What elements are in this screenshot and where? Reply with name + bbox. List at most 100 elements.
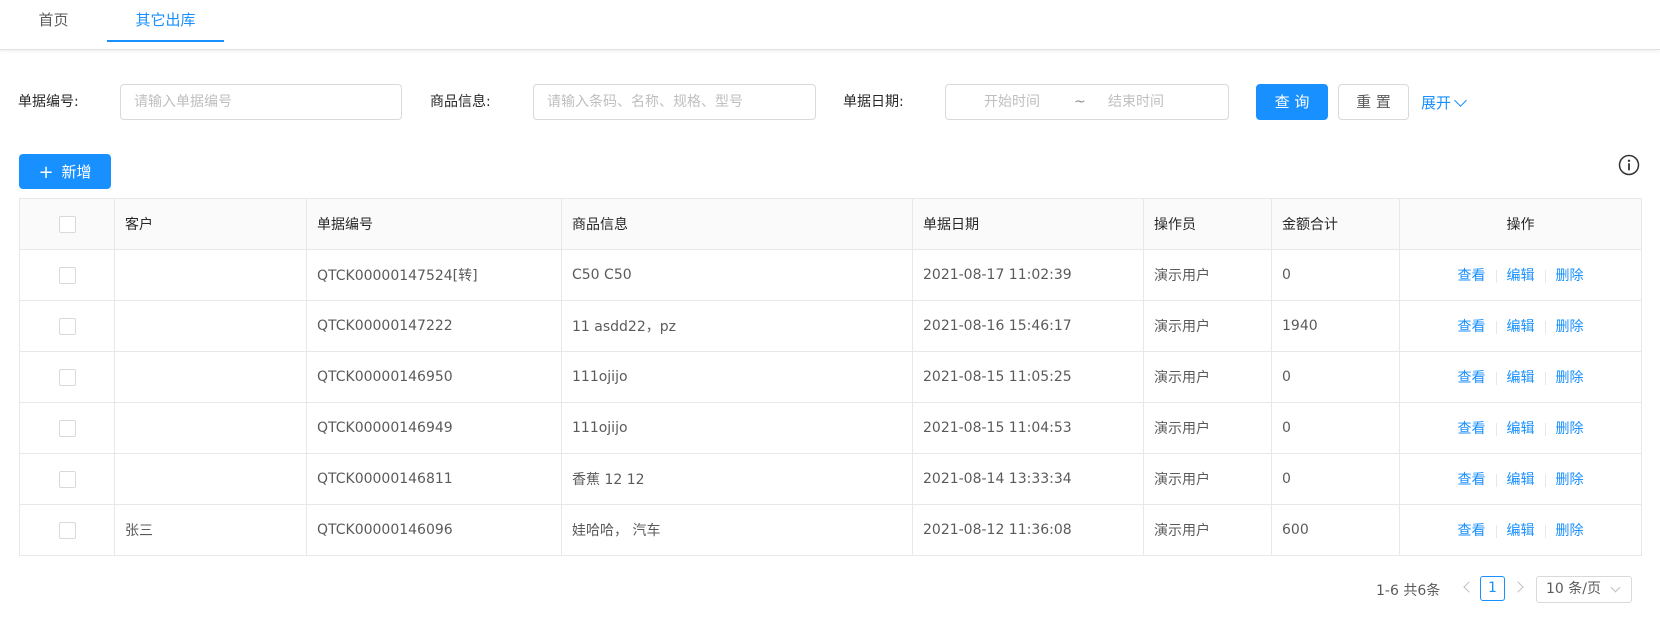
table-row: QTCK00000147524[转] C50 C50 2021-08-17 11:0…	[19, 249, 1642, 301]
query-button[interactable]: 查 询	[1256, 84, 1328, 120]
cell-date: 2021-08-15 11:05:25	[912, 351, 1144, 403]
action-divider	[1544, 269, 1546, 283]
bill-date-label: 单据日期:	[843, 94, 904, 110]
date-range-picker[interactable]: 开始时间 ~ 结束时间	[945, 84, 1229, 120]
cell-bill-no: QTCK00000147524[转]	[306, 249, 562, 301]
cell-amount: 600	[1271, 504, 1400, 556]
table-row: 张三 QTCK00000146096 娃哈哈， 汽车 2021-08-12 11:36…	[19, 504, 1642, 556]
row-select-cell	[19, 300, 115, 352]
cell-amount: 0	[1271, 351, 1400, 403]
page-size-select[interactable]: 10 条/页	[1536, 576, 1632, 603]
row-checkbox[interactable]	[58, 470, 76, 488]
row-select-cell	[19, 504, 115, 556]
row-checkbox[interactable]	[58, 317, 76, 335]
row-select-cell	[19, 351, 115, 403]
table-row: QTCK00000146950 111ojijo 2021-08-15 11:05:…	[19, 351, 1642, 403]
cell-actions: 查看 编辑 删除	[1399, 504, 1642, 556]
delete-link[interactable]: 删除	[1556, 421, 1584, 437]
edit-link[interactable]: 编辑	[1507, 523, 1535, 539]
action-divider	[1495, 371, 1497, 385]
view-link[interactable]: 查看	[1458, 523, 1486, 539]
action-divider	[1495, 524, 1497, 538]
cell-bill-no: QTCK00000146811	[306, 453, 562, 505]
edit-link[interactable]: 编辑	[1507, 370, 1535, 386]
cell-operator: 演示用户	[1143, 453, 1272, 505]
cell-actions: 查看 编辑 删除	[1399, 453, 1642, 505]
select-all-cell	[19, 198, 115, 250]
action-divider	[1544, 524, 1546, 538]
chevron-down-icon	[1610, 582, 1621, 593]
column-header-customer: 客户	[114, 198, 307, 250]
prev-page-icon[interactable]	[1463, 581, 1475, 593]
cell-operator: 演示用户	[1143, 249, 1272, 301]
row-checkbox[interactable]	[58, 368, 76, 386]
cell-customer	[114, 300, 307, 352]
column-header-date: 单据日期	[912, 198, 1144, 250]
goods-info-label: 商品信息:	[430, 94, 491, 110]
delete-link[interactable]: 删除	[1556, 472, 1584, 488]
column-header-amount: 金额合计	[1271, 198, 1400, 250]
row-select-cell	[19, 453, 115, 505]
cell-customer	[114, 453, 307, 505]
add-button[interactable]: + 新增	[19, 154, 111, 189]
date-end-input[interactable]: 结束时间	[1108, 85, 1164, 119]
edit-link[interactable]: 编辑	[1507, 319, 1535, 335]
row-checkbox[interactable]	[58, 266, 76, 284]
cell-customer	[114, 351, 307, 403]
cell-date: 2021-08-12 11:36:08	[912, 504, 1144, 556]
cell-actions: 查看 编辑 删除	[1399, 402, 1642, 454]
tab-home[interactable]: 首页	[0, 0, 107, 42]
column-header-bill-no: 单据编号	[306, 198, 562, 250]
date-start-input[interactable]: 开始时间	[984, 85, 1040, 119]
bill-no-input[interactable]: 请输入单据编号	[120, 84, 402, 120]
cell-actions: 查看 编辑 删除	[1399, 351, 1642, 403]
delete-link[interactable]: 删除	[1556, 523, 1584, 539]
view-link[interactable]: 查看	[1458, 268, 1486, 284]
cell-amount: 1940	[1271, 300, 1400, 352]
row-checkbox[interactable]	[58, 521, 76, 539]
action-divider	[1495, 320, 1497, 334]
info-circle-icon[interactable]	[1618, 154, 1640, 176]
page-size-value: 10 条/页	[1546, 581, 1601, 597]
row-select-cell	[19, 249, 115, 301]
view-link[interactable]: 查看	[1458, 472, 1486, 488]
reset-button[interactable]: 重 置	[1338, 84, 1409, 120]
delete-link[interactable]: 删除	[1556, 370, 1584, 386]
cell-goods: 111ojijo	[561, 402, 913, 454]
plus-icon: +	[38, 162, 54, 183]
table-header-row: 客户 单据编号 商品信息 单据日期 操作员 金额合计 操作	[19, 198, 1642, 250]
tab-bar: 首页 其它出库	[0, 0, 1660, 50]
view-link[interactable]: 查看	[1458, 319, 1486, 335]
cell-bill-no: QTCK00000146950	[306, 351, 562, 403]
cell-customer	[114, 402, 307, 454]
cell-goods: 11 asdd22，pz	[561, 300, 913, 352]
column-header-operator: 操作员	[1143, 198, 1272, 250]
cell-bill-no: QTCK00000146949	[306, 402, 562, 454]
page-1-button[interactable]: 1	[1480, 576, 1505, 601]
column-header-actions: 操作	[1399, 198, 1642, 250]
view-link[interactable]: 查看	[1458, 421, 1486, 437]
expand-toggle[interactable]: 展开	[1421, 92, 1467, 113]
action-divider	[1495, 422, 1497, 436]
expand-label: 展开	[1421, 94, 1452, 112]
goods-info-input[interactable]: 请输入条码、名称、规格、型号	[533, 84, 816, 120]
edit-link[interactable]: 编辑	[1507, 421, 1535, 437]
cell-operator: 演示用户	[1143, 504, 1272, 556]
row-checkbox[interactable]	[58, 419, 76, 437]
edit-link[interactable]: 编辑	[1507, 268, 1535, 284]
edit-link[interactable]: 编辑	[1507, 472, 1535, 488]
table-row: QTCK00000146949 111ojijo 2021-08-15 11:04:…	[19, 402, 1642, 454]
select-all-checkbox[interactable]	[58, 215, 76, 233]
cell-goods: 娃哈哈， 汽车	[561, 504, 913, 556]
delete-link[interactable]: 删除	[1556, 319, 1584, 335]
cell-amount: 0	[1271, 249, 1400, 301]
view-link[interactable]: 查看	[1458, 370, 1486, 386]
cell-amount: 0	[1271, 453, 1400, 505]
action-divider	[1495, 269, 1497, 283]
next-page-icon[interactable]	[1512, 581, 1524, 593]
cell-customer	[114, 249, 307, 301]
table-row: QTCK00000146811 香蕉 12 12 2021-08-14 13:33:…	[19, 453, 1642, 505]
delete-link[interactable]: 删除	[1556, 268, 1584, 284]
cell-actions: 查看 编辑 删除	[1399, 300, 1642, 352]
tab-other-outbound[interactable]: 其它出库	[107, 0, 224, 42]
